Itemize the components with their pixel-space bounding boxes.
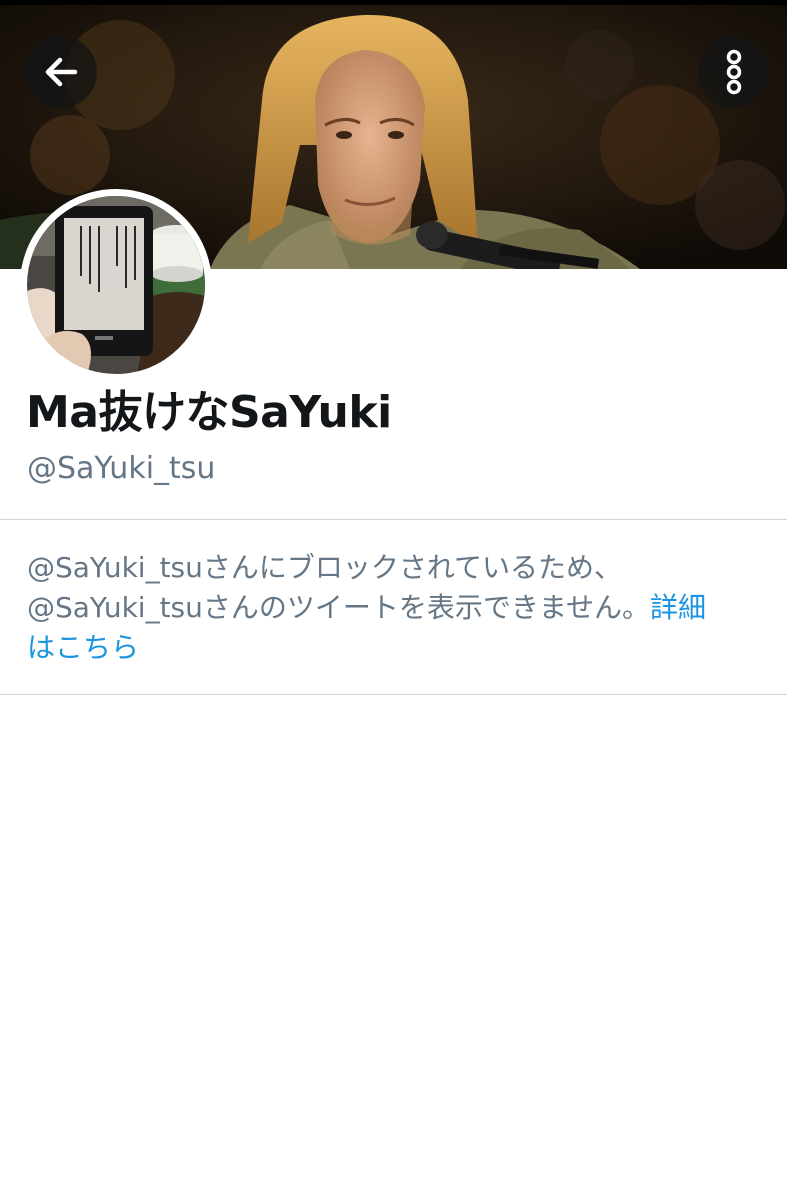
avatar-photo	[27, 196, 205, 374]
arrow-left-icon	[45, 57, 78, 87]
learn-more-link-continued[interactable]: はこちら	[27, 628, 767, 668]
blocked-notice-text: @SaYuki_tsuさんのツイートを表示できません。	[27, 591, 651, 624]
learn-more-link[interactable]: 詳細	[650, 591, 706, 624]
more-vertical-icon	[726, 49, 742, 95]
more-options-button[interactable]	[698, 36, 770, 108]
blocked-notice-line-1: @SaYuki_tsuさんにブロックされているため、	[27, 551, 623, 584]
blocked-notice: @SaYuki_tsuさんにブロックされているため、 @SaYuki_tsuさん…	[27, 548, 767, 668]
back-button[interactable]	[25, 36, 97, 108]
avatar[interactable]	[27, 196, 205, 374]
blocked-notice-line-2: @SaYuki_tsuさんのツイートを表示できません。詳細	[27, 588, 767, 628]
divider	[0, 519, 787, 520]
profile-handle: @SaYuki_tsu	[27, 451, 216, 486]
divider	[0, 694, 787, 695]
avatar-frame[interactable]	[20, 189, 212, 381]
profile-display-name: Ma抜けなSaYuki	[26, 387, 392, 438]
profile-page: Ma抜けなSaYuki @SaYuki_tsu @SaYuki_tsuさんにブロ…	[0, 0, 787, 1200]
